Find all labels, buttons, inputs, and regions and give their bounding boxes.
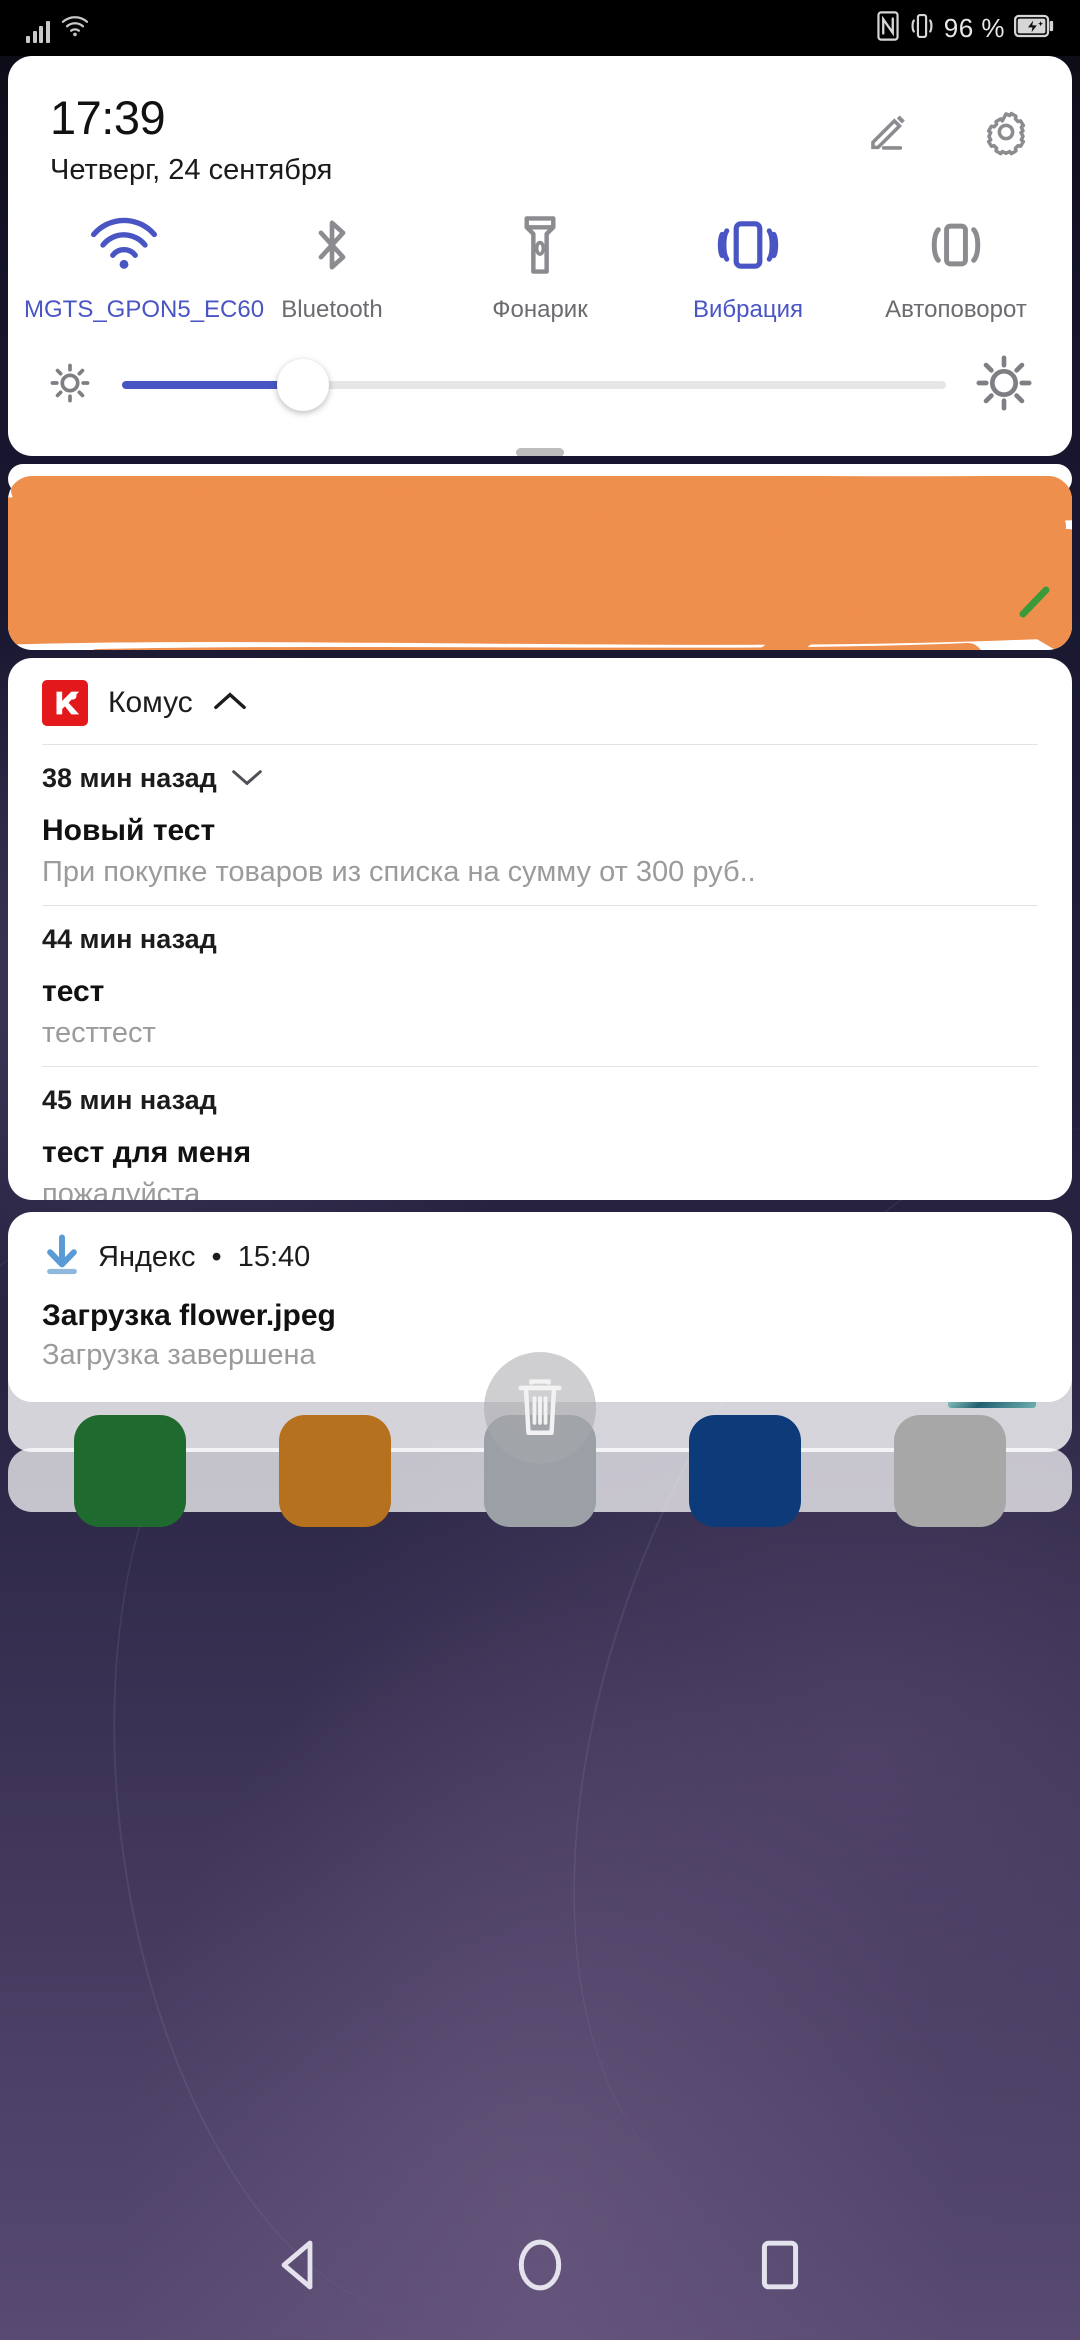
yandex-app-name: Яндекс (98, 1241, 196, 1273)
quick-toggle-label: Bluetooth (281, 295, 383, 323)
quick-toggle-label: Фонарик (492, 295, 588, 323)
separator-dot: • (211, 1241, 222, 1273)
quick-toggle-wifi[interactable]: MGTS_GPON5_EC60 (20, 209, 265, 325)
komus-app-name: Комус (108, 686, 193, 719)
notification-title: тест (42, 975, 105, 1008)
notification-title: Новый тест (42, 814, 216, 847)
quick-settings-panel: 17:39 Четверг, 24 сентября MGTS_GPON5_EC… (8, 56, 1072, 456)
brightness-low-icon (48, 361, 92, 410)
status-bar: 96 % (0, 0, 1080, 56)
quick-settings-header: 17:39 Четверг, 24 сентября (8, 56, 1072, 187)
komus-logo-icon (42, 680, 88, 726)
redacted-fragment-left: Б (38, 548, 59, 579)
quick-toggle-label: Вибрация (692, 295, 803, 323)
notification-timestamp: 38 мин назад (42, 763, 1038, 794)
brightness-slider[interactable] (122, 359, 946, 412)
clock-label: 17:39 (50, 91, 166, 144)
redacted-notification-card[interactable]: Б 40 (8, 476, 1072, 650)
notification-timestamp: 45 мин назад (42, 1085, 217, 1115)
panel-drag-handle[interactable] (516, 447, 564, 456)
trash-can-icon[interactable] (484, 1352, 596, 1464)
chevron-down-icon[interactable] (231, 763, 263, 794)
phone-screen: 96 % 17:39 Четверг, 24 сентября MGTS_GPO… (0, 0, 1080, 2340)
notification-title: тест для меня (42, 1136, 252, 1169)
download-arrow-icon (42, 1234, 82, 1281)
yandex-notification-header: Яндекс • 15:40 (8, 1212, 1072, 1281)
notification-body: При покупке товаров из списка на сумму о… (42, 856, 756, 888)
pencil-icon[interactable] (862, 106, 914, 158)
quick-toggle-flashlight[interactable]: Фонарик (436, 209, 644, 325)
brightness-fill (122, 381, 304, 390)
yandex-notification-title: Загрузка flower.jpeg (42, 1299, 336, 1332)
wifi-icon (60, 14, 90, 43)
home-circle-icon[interactable] (505, 2230, 575, 2300)
chevron-up-icon[interactable] (213, 690, 247, 717)
flashlight-icon (515, 209, 565, 281)
notification-timestamp: 44 мин назад (42, 924, 217, 954)
komus-notification-item[interactable]: 45 мин назад тест для меня пожалуйста (8, 1067, 1072, 1200)
recents-square-icon[interactable] (745, 2230, 815, 2300)
date-label: Четверг, 24 сентября (50, 153, 333, 186)
messages-app-icon[interactable] (279, 1415, 392, 1527)
quick-toggle-bluetooth[interactable]: Bluetooth (228, 209, 436, 325)
quick-toggle-row: MGTS_GPON5_EC60 Bluetooth Фонарик Вибрац… (8, 209, 1072, 325)
auto-rotate-icon (923, 209, 989, 281)
nfc-icon (876, 10, 900, 46)
store-app-icon[interactable] (688, 1415, 801, 1527)
komus-group-header[interactable]: Комус (8, 658, 1072, 744)
notification-body: пожалуйста (42, 1178, 201, 1200)
battery-charging-icon (1014, 14, 1054, 43)
phone-app-icon[interactable] (74, 1415, 187, 1527)
komus-notification-item[interactable]: 44 мин назад тест тесттест (8, 906, 1072, 1066)
marker-scribble (8, 476, 1072, 650)
quick-toggle-autorotate[interactable]: Автоповорот (852, 209, 1060, 325)
vibrate-icon (715, 209, 781, 281)
navigation-bar (0, 2190, 1080, 2340)
redacted-fragment-number: 40 (308, 588, 342, 621)
signal-bars-icon (26, 19, 50, 43)
komus-notification-item[interactable]: 38 мин назад Новый тест При покупке това… (8, 745, 1072, 905)
komus-notification-card[interactable]: Комус 38 мин назад Новый тест При покупк… (8, 658, 1072, 1200)
brightness-thumb[interactable] (277, 359, 330, 412)
wifi-icon (89, 209, 159, 281)
camera-app-icon[interactable] (893, 1415, 1006, 1527)
yandex-timestamp: 15:40 (237, 1241, 311, 1273)
quick-toggle-label: MGTS_GPON5_EC60 (24, 295, 265, 323)
bluetooth-off-icon (305, 209, 359, 281)
brightness-slider-row (8, 355, 1072, 416)
quick-toggle-label: Автоповорот (885, 295, 1027, 323)
quick-toggle-vibration[interactable]: Вибрация (644, 209, 852, 325)
brightness-high-icon (976, 355, 1032, 416)
gear-icon[interactable] (980, 106, 1032, 158)
notification-body: тесттест (42, 1017, 156, 1049)
battery-percent-label: 96 % (943, 12, 1005, 43)
vibrate-icon (909, 11, 935, 46)
back-triangle-icon[interactable] (265, 2230, 335, 2300)
